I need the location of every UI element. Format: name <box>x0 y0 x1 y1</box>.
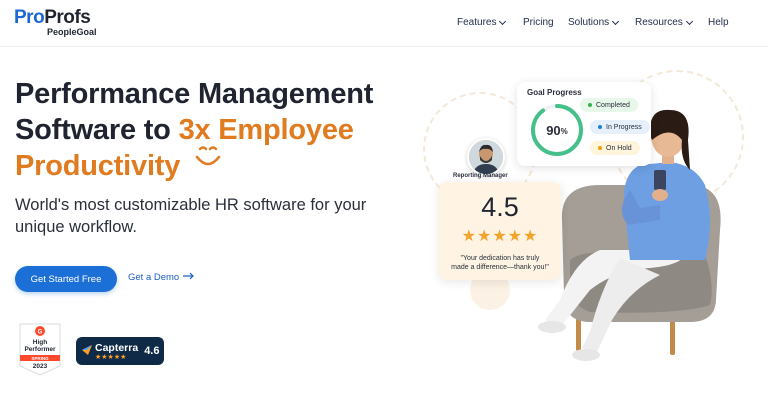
hero-headline: Performance Management Software to 3x Em… <box>15 76 405 184</box>
manager-avatar <box>467 138 505 176</box>
status-label: In Progress <box>606 123 642 131</box>
nav-item-pricing[interactable]: Pricing <box>523 17 554 28</box>
capterra-logo-icon <box>82 342 92 360</box>
g2-year: 2023 <box>32 363 48 370</box>
status-label: On Hold <box>606 144 632 152</box>
quote-line-1: "Your dedication has truly <box>460 255 540 262</box>
nav-item-features[interactable]: Features <box>457 17 507 28</box>
smiley-icon <box>192 145 224 182</box>
hero-subtitle: World's most customizable HR software fo… <box>15 194 405 238</box>
svg-text:G: G <box>38 330 43 336</box>
status-chip-on-hold: On Hold <box>590 141 640 155</box>
g2-line1: High <box>32 339 48 346</box>
chevron-down-icon <box>685 17 693 25</box>
nav-label: Resources <box>635 17 683 28</box>
chevron-down-icon <box>612 17 620 25</box>
headline-line-3: Productivity <box>15 145 405 184</box>
headline-line-1: Performance Management <box>15 78 374 110</box>
g2-season: SPRING <box>31 355 49 361</box>
status-dot <box>588 103 592 107</box>
status-dot <box>598 146 602 150</box>
headline-accent-productivity: Productivity <box>15 150 181 182</box>
quote-line-2: made a difference—thank you!" <box>451 264 549 271</box>
logo-subtitle: PeopleGoal <box>47 27 97 37</box>
logo-text-profs: Profs <box>44 7 91 28</box>
nav-label: Help <box>708 17 729 28</box>
capterra-score: 4.6 <box>144 345 160 357</box>
capterra-stars: ★★★★★ <box>95 353 127 361</box>
proprofs-logo[interactable]: ProProfs PeopleGoal <box>14 8 97 37</box>
g2-high-performer-badge: G High Performer SPRING 2023 <box>18 322 62 377</box>
chevron-down-icon <box>499 17 507 25</box>
goal-percent-value: 90 <box>546 122 561 138</box>
nav-item-help[interactable]: Help <box>708 17 729 28</box>
status-chip-completed: Completed <box>580 98 638 112</box>
goal-progress-title: Goal Progress <box>527 88 582 97</box>
rating-value: 4.5 <box>481 192 519 222</box>
get-started-free-button[interactable]: Get Started Free <box>15 266 117 292</box>
status-chip-in-progress: In Progress <box>590 120 650 134</box>
reporting-manager-label: Reporting Manager <box>453 173 508 179</box>
get-a-demo-label: Get a Demo <box>128 272 180 283</box>
status-label: Completed <box>596 101 630 109</box>
capterra-name: Capterra <box>95 341 139 354</box>
capterra-rating-badge: Capterra ★★★★★ 4.6 <box>76 337 164 365</box>
headline-accent: 3x Employee <box>178 114 354 146</box>
g2-line2: Performer <box>24 346 56 353</box>
subtitle-line-1: World's most customizable HR software fo… <box>15 196 367 214</box>
rating-card: 4.5 ★★★★★ "Your dedication has truly mad… <box>439 182 561 280</box>
nav-label: Pricing <box>523 17 554 28</box>
nav-item-resources[interactable]: Resources <box>635 17 693 28</box>
logo-text-pro: Pro <box>14 7 45 28</box>
nav-item-solutions[interactable]: Solutions <box>568 17 620 28</box>
goal-percent-unit: % <box>560 127 568 136</box>
rating-stars: ★★★★★ <box>461 228 539 245</box>
headline-prefix: Software to <box>15 114 179 146</box>
rating-quote: "Your dedication has truly made a differ… <box>443 254 557 272</box>
nav-label: Solutions <box>568 17 610 28</box>
status-dot <box>598 125 602 129</box>
headline-line-2: Software to 3x Employee <box>15 112 405 148</box>
g2-title: High Performer <box>18 339 62 353</box>
arrow-right-icon <box>183 272 195 283</box>
subtitle-line-2: unique workflow. <box>15 218 137 236</box>
goal-progress-percent: 90% <box>527 100 587 160</box>
nav-label: Features <box>457 17 497 28</box>
get-a-demo-link[interactable]: Get a Demo <box>128 272 195 283</box>
